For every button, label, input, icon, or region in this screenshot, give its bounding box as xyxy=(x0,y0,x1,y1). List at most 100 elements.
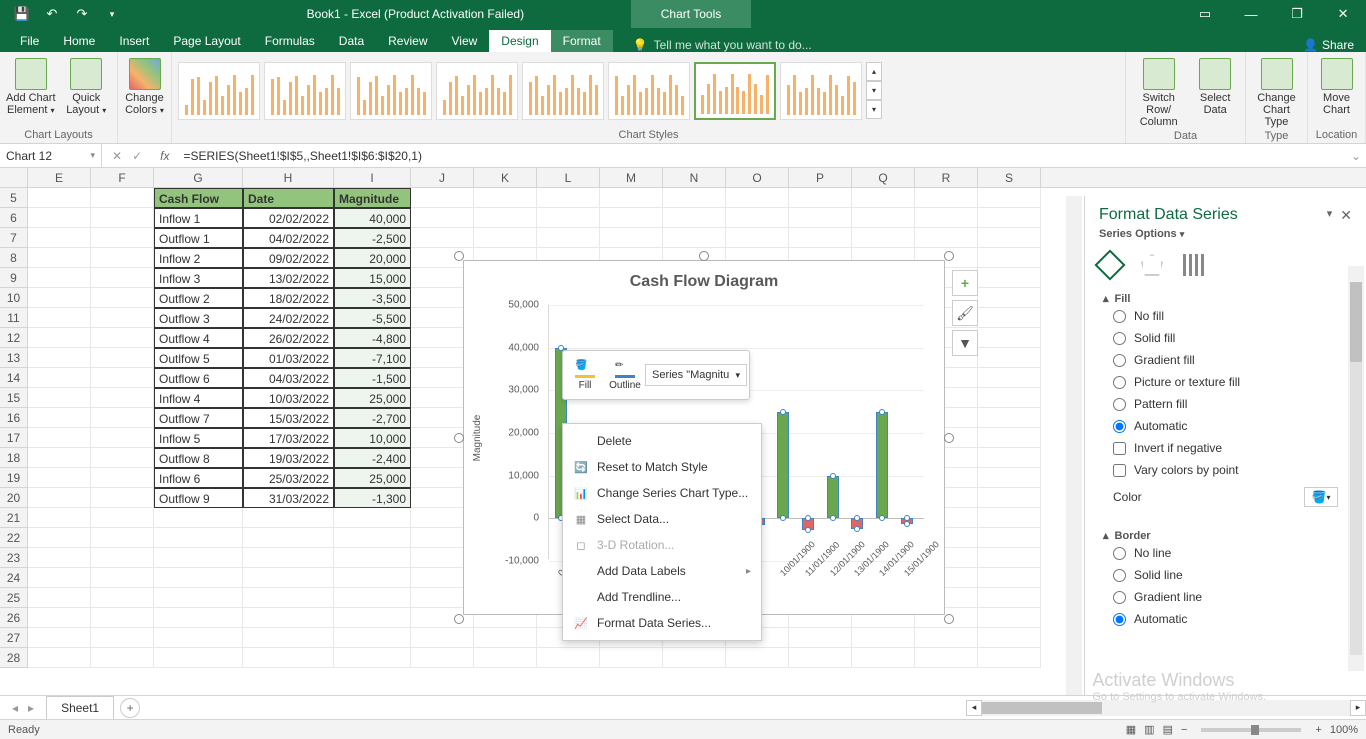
formula-expand-icon[interactable]: ⌄ xyxy=(1346,149,1366,163)
minimize-icon[interactable]: — xyxy=(1228,0,1274,28)
tab-page-layout[interactable]: Page Layout xyxy=(161,30,252,52)
row-header[interactable]: 21 xyxy=(0,508,28,528)
mini-fill-button[interactable]: 🪣 Fill xyxy=(565,358,605,393)
col-header-J[interactable]: J xyxy=(411,168,474,187)
opt-picture-fill[interactable]: Picture or texture fill xyxy=(1103,371,1348,393)
col-header-M[interactable]: M xyxy=(600,168,663,187)
chart-style-thumb[interactable] xyxy=(608,62,690,120)
row-header[interactable]: 14 xyxy=(0,368,28,388)
tab-view[interactable]: View xyxy=(440,30,490,52)
row-header[interactable]: 20 xyxy=(0,488,28,508)
quick-layout-button[interactable]: Quick Layout ▾ xyxy=(60,54,114,117)
tab-insert[interactable]: Insert xyxy=(107,30,161,52)
row-header[interactable]: 23 xyxy=(0,548,28,568)
opt-no-line[interactable]: No line xyxy=(1103,542,1348,564)
row-header[interactable]: 26 xyxy=(0,608,28,628)
row-header[interactable]: 12 xyxy=(0,328,28,348)
chart-style-thumb[interactable] xyxy=(264,62,346,120)
close-icon[interactable]: ✕ xyxy=(1320,0,1366,28)
row-header[interactable]: 13 xyxy=(0,348,28,368)
chart-style-thumb[interactable] xyxy=(522,62,604,120)
formula-input[interactable]: =SERIES(Sheet1!$I$5,,Sheet1!$I$6:$I$20,1… xyxy=(177,149,1346,163)
col-header-L[interactable]: L xyxy=(537,168,600,187)
opt-gradient-fill[interactable]: Gradient fill xyxy=(1103,349,1348,371)
qat-customize-icon[interactable]: ▾ xyxy=(104,6,120,22)
pane-close-icon[interactable]: ✕ xyxy=(1340,207,1352,224)
chart-elements-button[interactable]: + xyxy=(952,270,978,296)
tell-me-search[interactable]: 💡 Tell me what you want to do... xyxy=(633,38,812,52)
chart-style-thumb[interactable] xyxy=(780,62,862,120)
row-header[interactable]: 5 xyxy=(0,188,28,208)
collapse-border-icon[interactable]: ▴ xyxy=(1103,529,1109,542)
chart-filters-button[interactable]: ▼ xyxy=(952,330,978,356)
vertical-scrollbar[interactable] xyxy=(1066,196,1082,695)
col-header-R[interactable]: R xyxy=(915,168,978,187)
hscroll-left-icon[interactable]: ◂ xyxy=(966,700,982,716)
chart-style-thumb[interactable] xyxy=(436,62,518,120)
row-header[interactable]: 17 xyxy=(0,428,28,448)
opt-invert-negative[interactable]: Invert if negative xyxy=(1103,437,1348,459)
row-header[interactable]: 24 xyxy=(0,568,28,588)
chart-style-thumb[interactable] xyxy=(178,62,260,120)
select-all-corner[interactable] xyxy=(0,168,28,187)
zoom-level[interactable]: 100% xyxy=(1330,724,1358,736)
col-header-S[interactable]: S xyxy=(978,168,1041,187)
tab-data[interactable]: Data xyxy=(327,30,376,52)
row-header[interactable]: 22 xyxy=(0,528,28,548)
chart-styles-gallery[interactable] xyxy=(176,60,864,122)
maximize-icon[interactable]: ❐ xyxy=(1274,0,1320,28)
series-options-label[interactable]: Series Options xyxy=(1099,228,1177,240)
col-header-G[interactable]: G xyxy=(154,168,243,187)
ctx-add-trendline[interactable]: Add Trendline... xyxy=(563,584,761,610)
opt-solid-line[interactable]: Solid line xyxy=(1103,564,1348,586)
tab-format[interactable]: Format xyxy=(551,30,613,52)
chart-style-thumb[interactable] xyxy=(694,62,776,120)
opt-pattern-fill[interactable]: Pattern fill xyxy=(1103,393,1348,415)
row-header[interactable]: 10 xyxy=(0,288,28,308)
col-header-E[interactable]: E xyxy=(28,168,91,187)
col-header-H[interactable]: H xyxy=(243,168,334,187)
page-break-view-icon[interactable]: ▤ xyxy=(1163,723,1173,736)
tab-file[interactable]: File xyxy=(8,30,51,52)
row-header[interactable]: 6 xyxy=(0,208,28,228)
style-expand[interactable]: ▾ xyxy=(866,100,882,119)
save-icon[interactable]: 💾 xyxy=(14,6,30,22)
cancel-formula-icon[interactable]: ✕ xyxy=(112,149,122,163)
hscroll-right-icon[interactable]: ▸ xyxy=(1350,700,1366,716)
opt-no-fill[interactable]: No fill xyxy=(1103,305,1348,327)
share-button[interactable]: 👤 Share xyxy=(1303,38,1354,52)
select-data-button[interactable]: Select Data xyxy=(1189,54,1241,116)
pane-options-icon[interactable]: ▾ xyxy=(1327,207,1333,224)
row-header[interactable]: 25 xyxy=(0,588,28,608)
col-header-Q[interactable]: Q xyxy=(852,168,915,187)
sheet-nav-next-icon[interactable]: ▸ xyxy=(28,701,34,715)
row-header[interactable]: 28 xyxy=(0,648,28,668)
opt-gradient-line[interactable]: Gradient line xyxy=(1103,586,1348,608)
ctx-change-series-type[interactable]: 📊Change Series Chart Type... xyxy=(563,480,761,506)
ribbon-options-icon[interactable]: ▭ xyxy=(1182,0,1228,28)
ctx-select-data[interactable]: ▦Select Data... xyxy=(563,506,761,532)
tab-design[interactable]: Design xyxy=(489,30,550,52)
mini-series-dropdown[interactable]: Series "Magnitu ▾ xyxy=(645,364,747,386)
style-scroll-down[interactable]: ▾ xyxy=(866,81,882,100)
col-header-I[interactable]: I xyxy=(334,168,411,187)
opt-vary-colors[interactable]: Vary colors by point xyxy=(1103,459,1348,481)
zoom-out-icon[interactable]: − xyxy=(1181,724,1187,736)
row-header[interactable]: 19 xyxy=(0,468,28,488)
style-scroll-up[interactable]: ▴ xyxy=(866,62,882,81)
col-header-N[interactable]: N xyxy=(663,168,726,187)
row-header[interactable]: 11 xyxy=(0,308,28,328)
undo-icon[interactable]: ↶ xyxy=(44,6,60,22)
switch-row-column-button[interactable]: Switch Row/ Column xyxy=(1130,54,1187,128)
ctx-add-data-labels[interactable]: Add Data Labels▸ xyxy=(563,558,761,584)
zoom-in-icon[interactable]: + xyxy=(1315,724,1321,736)
change-chart-type-button[interactable]: Change Chart Type xyxy=(1250,54,1303,128)
normal-view-icon[interactable]: ▦ xyxy=(1126,723,1136,736)
row-header[interactable]: 15 xyxy=(0,388,28,408)
fill-color-picker[interactable]: 🪣▾ xyxy=(1304,487,1338,507)
mini-outline-button[interactable]: ✏ Outline xyxy=(605,358,645,393)
ctx-format-data-series[interactable]: 📈Format Data Series... xyxy=(563,610,761,636)
name-box[interactable]: Chart 12 ▾ xyxy=(0,144,102,167)
hscroll-track[interactable] xyxy=(982,700,1350,716)
chart-styles-button[interactable]: 🖌 xyxy=(952,300,978,326)
